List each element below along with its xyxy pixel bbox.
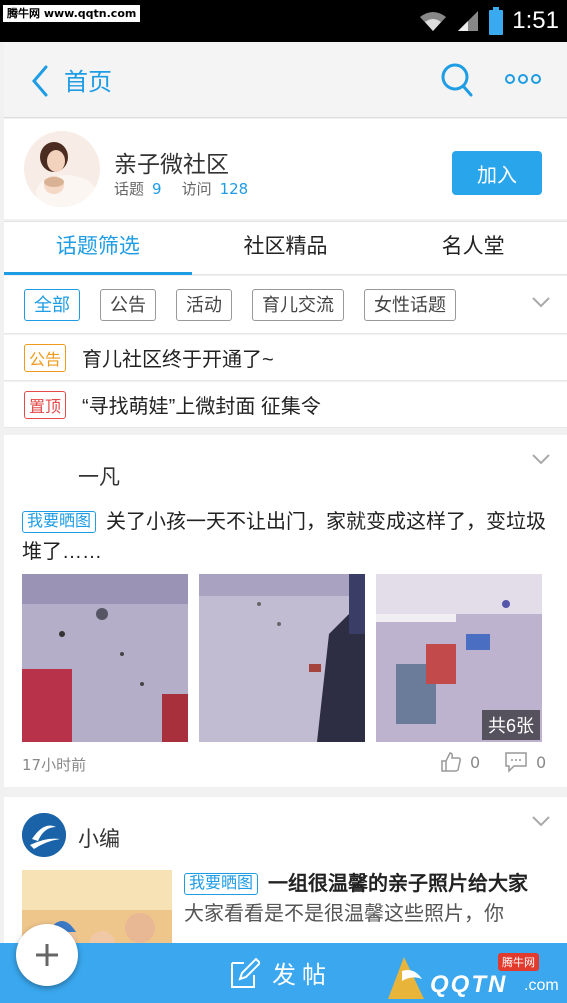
compose-button[interactable]: 发帖 <box>230 955 332 990</box>
post-text: 关了小孩一天不让出门，家就变成这样了，变垃圾堆了…… <box>22 511 547 563</box>
comment-button[interactable]: 0 <box>504 751 546 773</box>
pinned-row[interactable]: 置顶 “寻找萌娃”上微封面 征集令 <box>4 382 567 428</box>
photo-grid: 共6张 <box>22 574 552 742</box>
pinned-tag: 置顶 <box>24 390 67 419</box>
battery-icon <box>489 7 504 35</box>
post-photo[interactable] <box>199 574 365 742</box>
join-button[interactable]: 加入 <box>452 151 542 195</box>
post-card[interactable]: 一凡 我要晒图 关了小孩一天不让出门，家就变成这样了，变垃圾堆了…… 共6张 1… <box>4 435 567 787</box>
filter-parenting[interactable]: 育儿交流 <box>252 288 344 321</box>
plus-icon <box>36 944 58 966</box>
filter-women[interactable]: 女性话题 <box>364 288 456 321</box>
notice-row[interactable]: 公告 育儿社区终于开通了~ <box>4 335 567 381</box>
post-time: 17小时前 <box>22 756 87 774</box>
post-content: 我要晒图 关了小孩一天不让出门，家就变成这样了，变垃圾堆了…… <box>22 507 552 567</box>
community-stats: 话题 9 访问 128 <box>114 178 268 199</box>
watermark-logo: 腾牛网 QQTN .com <box>384 951 567 1003</box>
thumbs-up-icon <box>441 752 462 772</box>
watermark-suffix: .com <box>524 977 559 994</box>
photo-count-badge: 共6张 <box>481 710 540 740</box>
topics-label: 话题 <box>114 180 145 198</box>
clock: 1:51 <box>512 7 559 34</box>
status-bar: 腾牛网 www.qqtn.com 1:51 <box>0 0 567 42</box>
post-author[interactable]: 一凡 <box>78 461 120 491</box>
post-content: 我要晒图 一组很温馨的亲子照片给大家 大家看看是不是很温馨这些照片，你 <box>184 869 544 929</box>
community-avatar <box>24 131 100 207</box>
post-photo[interactable]: 共6张 <box>376 574 542 742</box>
chevron-down-icon[interactable] <box>531 815 551 827</box>
tab-bar: 话题筛选 社区精品 名人堂 <box>4 221 567 275</box>
wifi-icon <box>420 12 447 31</box>
post-tag[interactable]: 我要晒图 <box>184 873 259 895</box>
post-tag[interactable]: 我要晒图 <box>22 511 97 533</box>
community-name: 亲子微社区 <box>114 151 229 177</box>
add-fab-button[interactable] <box>16 924 78 986</box>
post-author[interactable]: 小编 <box>78 823 120 853</box>
post-preview: 大家看看是不是很温馨这些照片，你 <box>184 903 504 925</box>
filter-all[interactable]: 全部 <box>24 288 80 321</box>
chevron-down-icon[interactable] <box>531 296 551 308</box>
notice-tag: 公告 <box>24 343 67 372</box>
edit-icon <box>231 957 260 988</box>
community-header: 亲子微社区 话题 9 访问 128 加入 <box>4 119 567 219</box>
back-chevron-icon[interactable] <box>30 64 50 98</box>
tab-community-picks[interactable]: 社区精品 <box>192 222 380 274</box>
author-avatar[interactable] <box>22 813 66 857</box>
post-title: 一组很温馨的亲子照片给大家 <box>268 873 529 895</box>
more-icon[interactable] <box>505 73 541 85</box>
compose-label: 发帖 <box>272 962 332 989</box>
pinned-text: “寻找萌娃”上微封面 征集令 <box>82 396 321 418</box>
filter-announcements[interactable]: 公告 <box>100 288 156 321</box>
filter-events[interactable]: 活动 <box>176 288 232 321</box>
tab-topic-filter[interactable]: 话题筛选 <box>4 222 192 275</box>
notice-text: 育儿社区终于开通了~ <box>82 349 274 371</box>
comment-icon <box>505 752 527 773</box>
post-photo[interactable] <box>22 574 188 742</box>
watermark-text: QQTN <box>430 971 508 998</box>
tab-hall-of-fame[interactable]: 名人堂 <box>379 222 567 274</box>
topics-count: 9 <box>152 180 162 198</box>
visits-label: 访问 <box>181 180 212 198</box>
title-bar: 首页 <box>4 42 567 118</box>
search-icon[interactable] <box>440 62 474 98</box>
visits-count: 128 <box>219 180 249 198</box>
watermark-tag: 腾牛网 www.qqtn.com <box>3 5 141 22</box>
filter-bar: 全部 公告 活动 育儿交流 女性话题 <box>4 276 567 334</box>
like-count: 0 <box>470 752 481 772</box>
like-button[interactable]: 0 <box>440 751 480 773</box>
watermark-badge: 腾牛网 <box>498 953 539 971</box>
page-title[interactable]: 首页 <box>64 62 112 97</box>
signal-icon <box>458 11 479 31</box>
comment-count: 0 <box>536 752 547 772</box>
chevron-down-icon[interactable] <box>531 453 551 465</box>
